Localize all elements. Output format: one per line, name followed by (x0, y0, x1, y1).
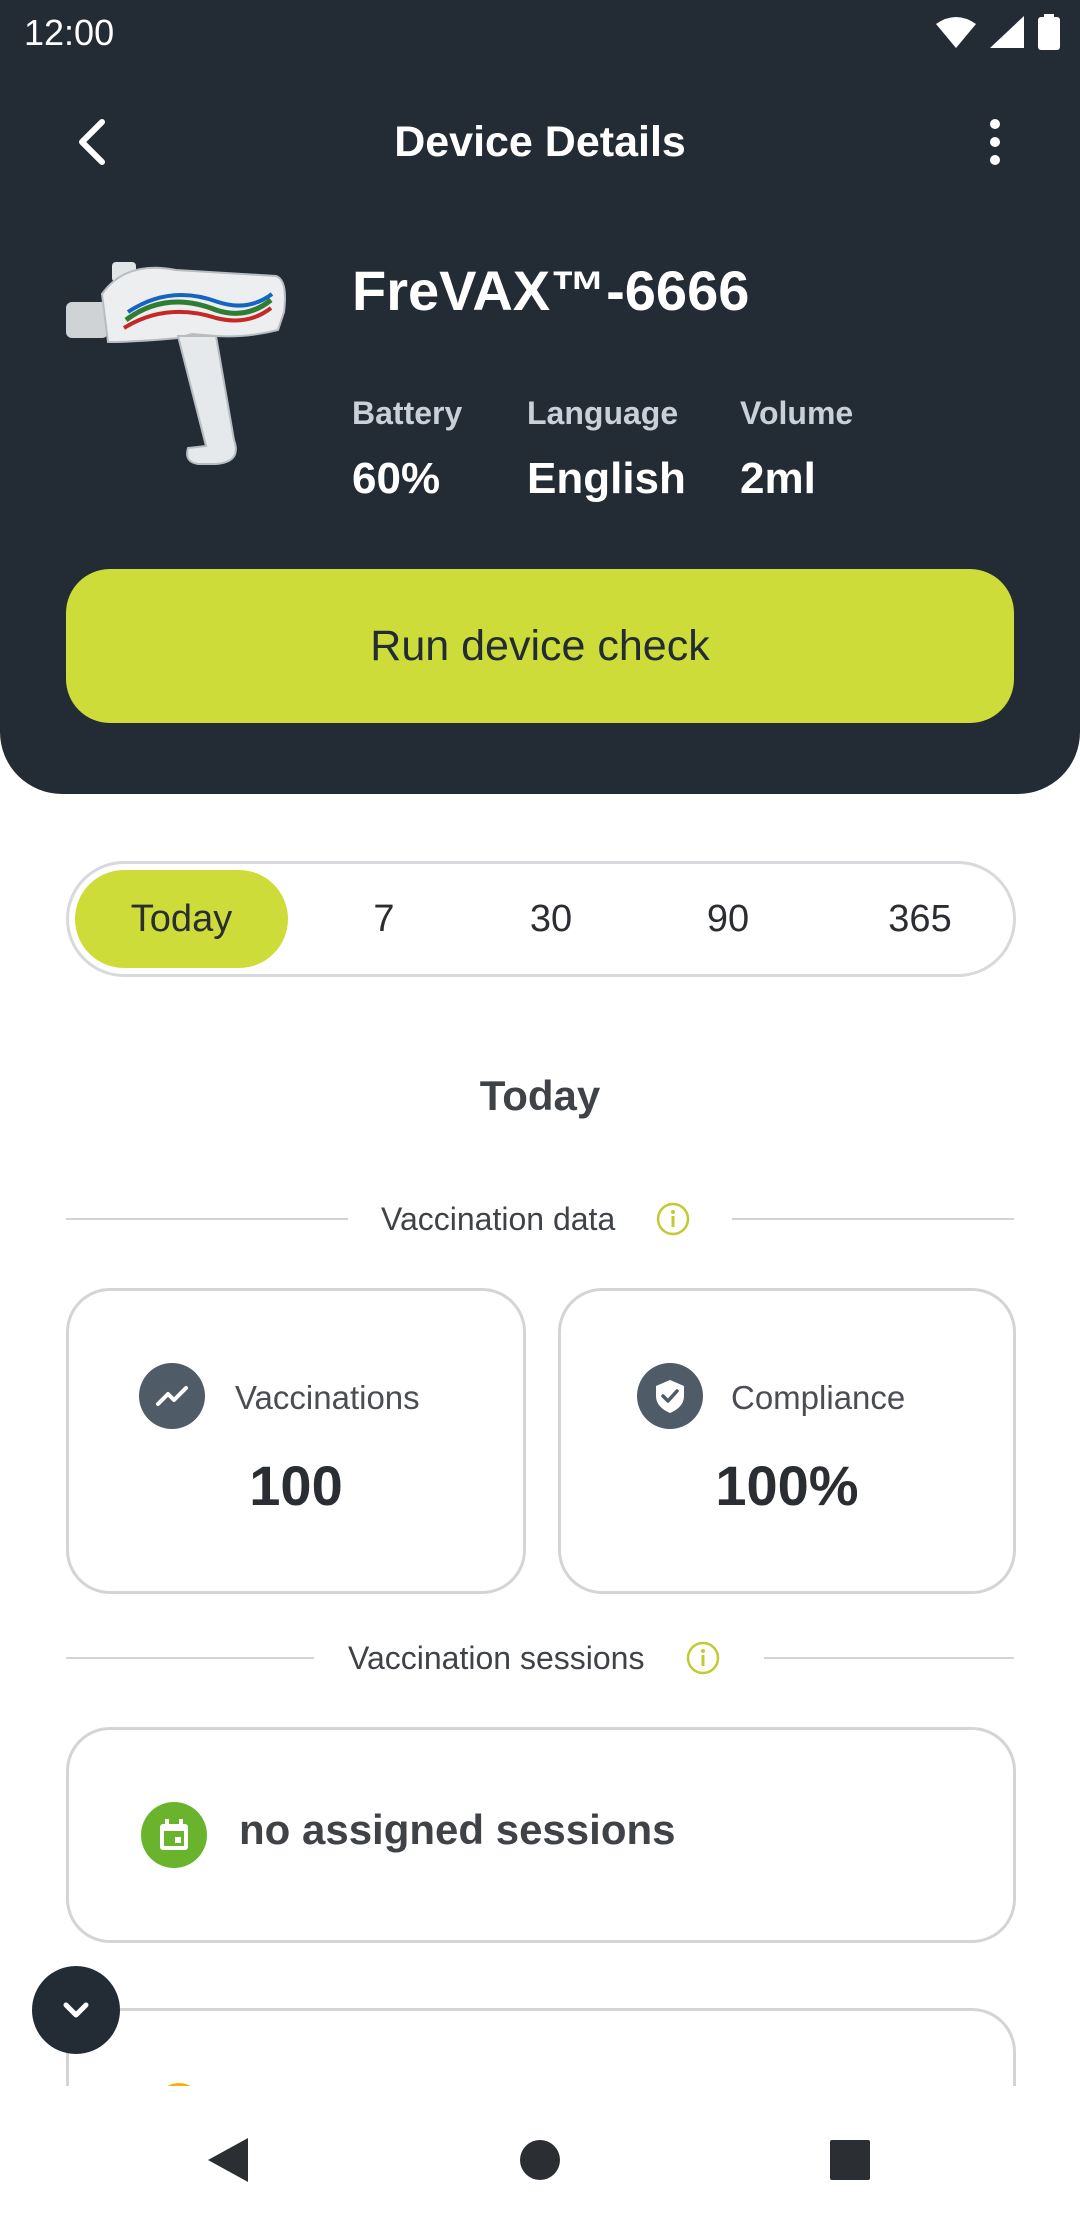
signal-icon (990, 16, 1024, 48)
stat-label: Battery (352, 395, 463, 431)
period-option-today[interactable]: Today (75, 870, 288, 968)
period-option-90[interactable]: 90 (663, 870, 793, 968)
info-icon[interactable] (656, 1202, 690, 1236)
stat-value: 60% (352, 454, 441, 503)
nav-back-button[interactable] (198, 2130, 258, 2190)
vaccination-sessions-divider: Vaccination sessions (66, 1633, 1014, 1683)
device-header: 12:00 Device Details FreVAX™-6666 Batter… (0, 0, 1080, 794)
sessions-card[interactable]: no assigned sessions (66, 1727, 1016, 1943)
period-option-30[interactable]: 30 (486, 870, 616, 968)
run-device-check-button[interactable]: Run device check (66, 569, 1014, 723)
circle-home-icon (520, 2140, 560, 2180)
period-option-7[interactable]: 7 (319, 870, 449, 968)
card-label: Vaccinations (235, 1379, 420, 1416)
stat-language: Language English (527, 395, 686, 504)
device-name: FreVAX™-6666 (352, 259, 750, 322)
stat-label: Language (527, 395, 679, 431)
triangle-back-icon (208, 2138, 248, 2182)
battery-icon (1038, 14, 1060, 50)
square-recents-icon (830, 2140, 870, 2180)
period-selector: Today 7 30 90 365 (66, 861, 1016, 977)
vaccinations-card: Vaccinations 100 (66, 1288, 526, 1594)
divider-line (764, 1657, 1014, 1659)
calendar-icon (141, 1802, 207, 1868)
card-value: 100 (249, 1454, 343, 1517)
divider-line (66, 1218, 348, 1220)
stat-label: Volume (740, 395, 854, 431)
vaccination-sessions-label: Vaccination sessions (348, 1640, 645, 1676)
status-icons (936, 14, 1060, 50)
system-nav-bar (0, 2086, 1080, 2220)
section-title: Today (479, 1072, 601, 1119)
card-value: 100% (715, 1454, 859, 1517)
page-title: Device Details (394, 118, 686, 166)
scroll-down-button[interactable] (32, 1966, 120, 2054)
more-vert-icon[interactable] (970, 112, 1020, 172)
nav-home-button[interactable] (510, 2130, 570, 2190)
period-option-365[interactable]: 365 (855, 870, 985, 968)
stat-value: English (527, 454, 686, 503)
divider-line (732, 1218, 1014, 1220)
nav-recents-button[interactable] (820, 2130, 880, 2190)
card-label: Compliance (731, 1379, 906, 1416)
empty-sessions-text: no assigned sessions (239, 1806, 676, 1853)
vaccination-data-divider: Vaccination data (66, 1194, 1014, 1244)
device-image (66, 262, 286, 465)
compliance-card: Compliance 100% (558, 1288, 1016, 1594)
stat-battery: Battery 60% (352, 395, 462, 504)
info-icon[interactable] (686, 1641, 720, 1675)
wifi-icon (936, 17, 976, 48)
vaccination-data-label: Vaccination data (381, 1201, 616, 1237)
divider-line (66, 1657, 314, 1659)
status-bar: 12:00 (0, 0, 1080, 66)
chevron-down-icon (63, 2002, 89, 2018)
status-time: 12:00 (24, 12, 115, 53)
shield-check-icon (637, 1363, 703, 1429)
stat-volume: Volume 2ml (740, 395, 853, 504)
trending-up-icon (139, 1363, 205, 1429)
stat-value: 2ml (740, 454, 816, 503)
